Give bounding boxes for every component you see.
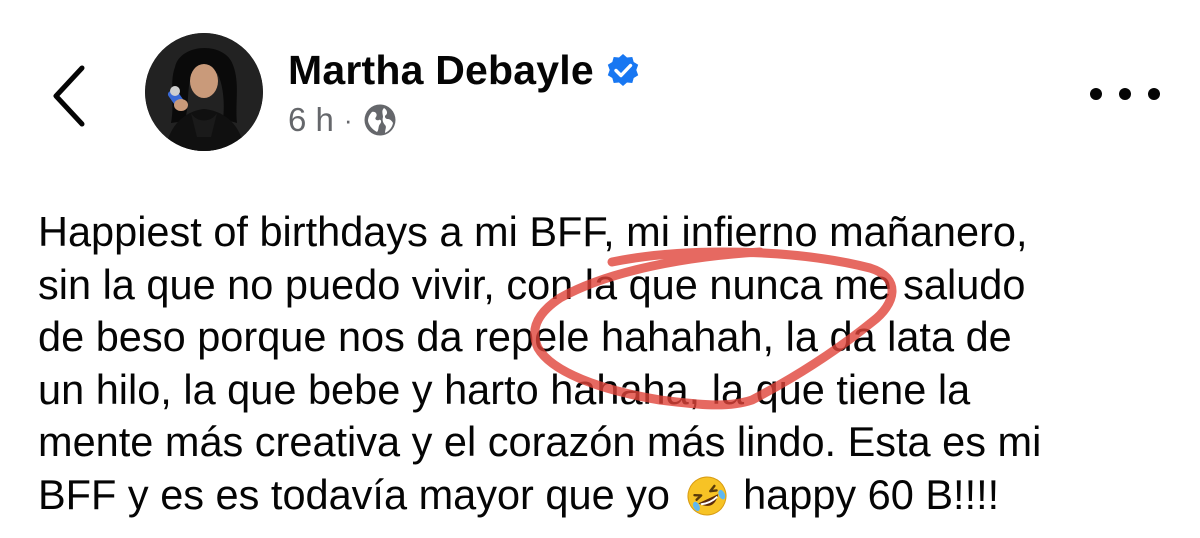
post-text-segment: BFF y es es todavía mayor que yo [38,470,671,518]
author-name[interactable]: Martha Debayle [288,47,594,94]
post-text-line: mente más creativa y el corazón más lind… [38,418,1042,465]
chevron-left-icon [53,65,85,127]
more-horizontal-icon-dot [1148,88,1160,100]
verified-badge-icon [606,53,640,87]
post-text-line: sin la que no puedo vivir, con la que nu… [38,260,1026,308]
more-horizontal-icon-dot [1090,88,1102,100]
post-text: Happiest of birthdays a mi BFF, mi infie… [38,206,1168,521]
more-horizontal-icon-dot [1119,88,1131,100]
avatar-photo [145,33,263,151]
back-button[interactable] [40,58,100,134]
author-row: Martha Debayle [288,42,640,98]
meta-separator: · [343,104,353,135]
post-text-line: Happiest of birthdays a mi BFF, mi infie… [38,208,1028,255]
avatar[interactable] [145,33,263,151]
globe-icon[interactable] [363,103,397,137]
rolling-on-floor-laughing-icon [686,475,728,517]
post-text-line: de beso porque nos da repele hahahah, la… [38,313,1012,360]
post-text-line: un hilo, la que bebe y harto hahaha, la … [38,365,971,413]
timestamp[interactable]: 6 h [288,101,334,139]
post-text-segment: happy 60 B!!!! [743,470,1000,518]
post-text-line-last: BFF y es es todavía mayor que yo happy 6… [38,469,1168,522]
post-meta: 6 h · [288,100,397,140]
post-header: Martha Debayle 6 h · [0,0,1200,170]
more-options-button[interactable] [1090,74,1160,114]
